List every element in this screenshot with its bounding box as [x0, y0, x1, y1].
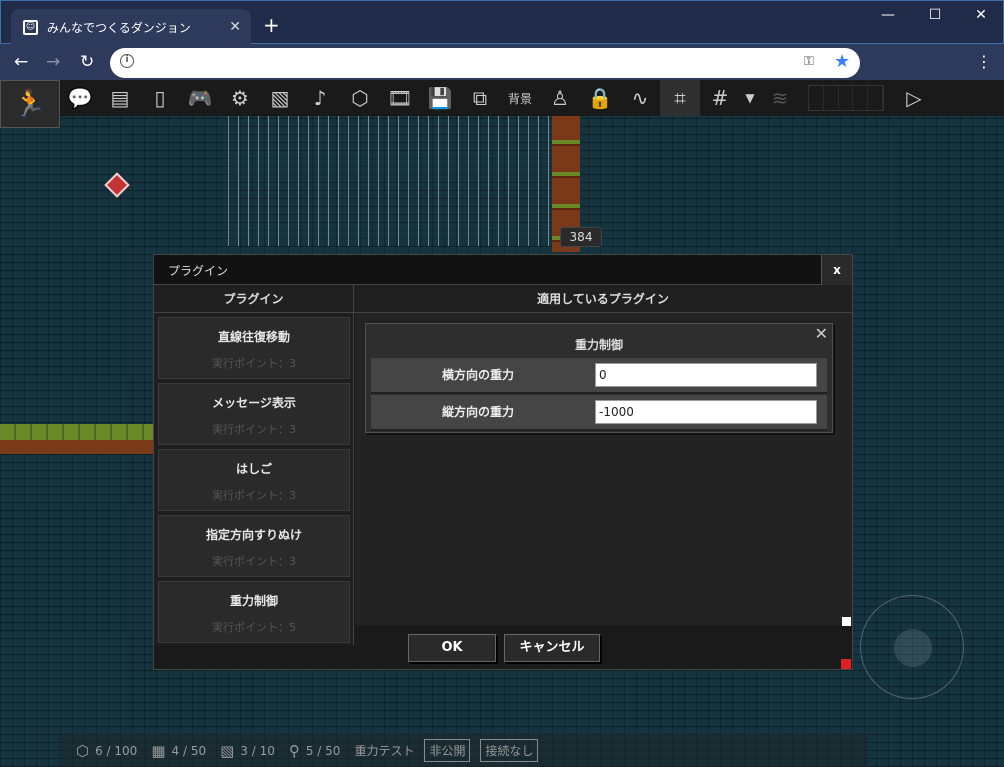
- scroll-marker: [842, 617, 851, 626]
- background-button[interactable]: 背景: [500, 80, 540, 116]
- cube-icon: ⬡: [76, 741, 90, 760]
- person-icon[interactable]: ♙: [540, 80, 580, 116]
- image-icon[interactable]: ▧: [260, 80, 300, 116]
- applied-plugin-card: 重力制御 ✕ 横方向の重力 0 縦方向の重力 -1000: [365, 323, 833, 433]
- tab-close-icon[interactable]: ✕: [229, 19, 241, 35]
- dialog-close-button[interactable]: x: [821, 255, 852, 285]
- map-name: 重力テスト: [354, 744, 415, 758]
- plugin-item[interactable]: 重力制御 実行ポイント：5: [158, 581, 350, 643]
- image-icon: ▧: [220, 741, 235, 760]
- applied-plugins-panel: 重力制御 ✕ 横方向の重力 0 縦方向の重力 -1000: [355, 313, 852, 625]
- maximize-button[interactable]: ☐: [920, 7, 950, 23]
- lock-icon[interactable]: 🔒: [580, 80, 620, 116]
- plugin-icon[interactable]: ⧉: [460, 80, 500, 116]
- site-info-icon[interactable]: i: [120, 54, 134, 68]
- param-label: 横方向の重力: [441, 368, 514, 382]
- film-icon[interactable]: 🎞: [380, 80, 420, 116]
- remove-plugin-icon[interactable]: ✕: [815, 324, 828, 343]
- plugin-list: 直線往復移動 実行ポイント：3 メッセージ表示 実行ポイント：3 はしご 実行ポイント…: [154, 313, 354, 645]
- gear-icon[interactable]: ⚙: [220, 80, 260, 116]
- applied-plugin-title: 重力制御: [574, 338, 623, 352]
- grid-icon[interactable]: #: [700, 80, 740, 116]
- minimize-button[interactable]: —: [873, 7, 903, 23]
- browser-window: ☺ みんなでつくるダンジョン ✕ + — ☐ ✕ ← → ↻ i ⚿ ★ ⋮ 3…: [0, 0, 1004, 767]
- save-icon[interactable]: 💾: [420, 80, 460, 116]
- status-bar: ⬡ 6 / 100 ▦ 4 / 50 ▧ 3 / 10 ⚲ 5 / 50 重力テスト 非…: [62, 734, 868, 767]
- plugin-item[interactable]: 直線往復移動 実行ポイント：3: [158, 317, 350, 379]
- virtual-joystick[interactable]: [860, 595, 964, 699]
- red-object-marker[interactable]: [104, 172, 130, 198]
- bookmark-star-icon[interactable]: ★: [834, 51, 850, 72]
- dropdown-icon[interactable]: ▼: [740, 80, 760, 116]
- vertical-gravity-input[interactable]: -1000: [595, 400, 817, 424]
- connection-badge[interactable]: 接続なし: [480, 739, 539, 762]
- speech-bubble-icon[interactable]: 💬: [60, 80, 100, 116]
- close-window-button[interactable]: ✕: [966, 7, 996, 23]
- plugin-item[interactable]: メッセージ表示 実行ポイント：3: [158, 383, 350, 445]
- horizontal-gravity-input[interactable]: 0: [595, 363, 817, 387]
- object-count: ⬡ 6 / 100: [76, 741, 138, 760]
- url-input[interactable]: i ⚿ ★: [110, 48, 860, 78]
- gamepad-icon[interactable]: 🎮: [180, 80, 220, 116]
- door-icon[interactable]: ▯: [140, 80, 180, 116]
- reload-icon[interactable]: ↻: [80, 52, 94, 72]
- cancel-button[interactable]: キャンセル: [504, 634, 600, 662]
- param-label: 縦方向の重力: [441, 405, 514, 419]
- plugin-item[interactable]: 指定方向すりぬけ 実行ポイント：3: [158, 515, 350, 577]
- character-avatar-icon[interactable]: 🏃: [0, 80, 60, 128]
- brick-row: [0, 424, 154, 454]
- tab-title: みんなでつくるダンジョン: [47, 20, 191, 35]
- browser-tab[interactable]: ☺ みんなでつくるダンジョン ✕: [11, 9, 251, 45]
- plugin-list-header: プラグイン: [154, 285, 354, 313]
- forward-icon[interactable]: →: [46, 52, 60, 72]
- stack-icon[interactable]: ≋: [760, 80, 800, 116]
- music-icon[interactable]: ♪: [300, 80, 340, 116]
- tab-bar: ☺ みんなでつくるダンジョン ✕ + — ☐ ✕: [0, 0, 1004, 45]
- applied-plugins-header: 適用しているプラグイン: [354, 285, 852, 313]
- editor-toolbar: 🏃 💬 ▤ ▯ 🎮 ⚙ ▧ ♪ ⬡ 🎞 💾 ⧉ 背景 ♙ 🔒 ∿ ⌗ # ▼ ≋…: [0, 80, 1004, 128]
- dialog-header: プラグイン x: [154, 255, 852, 285]
- new-tab-button[interactable]: +: [263, 15, 280, 35]
- layers-icon[interactable]: ▤: [100, 80, 140, 116]
- browser-menu-icon[interactable]: ⋮: [976, 52, 992, 71]
- favicon-icon: ☺: [23, 19, 38, 35]
- layer-slots[interactable]: [808, 85, 884, 111]
- cube-icon[interactable]: ⬡: [340, 80, 380, 116]
- dashed-grid-region: [228, 116, 550, 246]
- plugin-item[interactable]: はしご 実行ポイント：3: [158, 449, 350, 511]
- coordinate-label: 384: [560, 227, 602, 247]
- key-icon[interactable]: ⚿: [804, 54, 814, 69]
- film-icon: ▦: [151, 741, 166, 760]
- play-icon[interactable]: ▷: [894, 80, 934, 116]
- plugin-count: ⚲ 5 / 50: [288, 741, 341, 760]
- address-bar-row: ← → ↻ i ⚿ ★ ⋮: [0, 44, 1004, 80]
- select-grid-icon[interactable]: ⌗: [660, 80, 700, 116]
- dialog-title: プラグイン: [168, 264, 229, 278]
- dialog-resize-handle[interactable]: [841, 659, 851, 669]
- visibility-badge[interactable]: 非公開: [424, 739, 471, 762]
- path-icon[interactable]: ∿: [620, 80, 660, 116]
- plugin-dialog: プラグイン x プラグイン 適用しているプラグイン 直線往復移動 実行ポイント：3…: [153, 254, 853, 670]
- plugin-icon: ⚲: [288, 741, 300, 760]
- frame-count: ▦ 4 / 50: [151, 741, 207, 760]
- param-row: 横方向の重力 0: [371, 358, 827, 394]
- back-icon[interactable]: ←: [14, 52, 28, 72]
- joystick-knob[interactable]: [894, 629, 932, 667]
- image-count: ▧ 3 / 10: [220, 741, 275, 760]
- param-row: 縦方向の重力 -1000: [371, 395, 827, 431]
- ok-button[interactable]: OK: [408, 634, 496, 662]
